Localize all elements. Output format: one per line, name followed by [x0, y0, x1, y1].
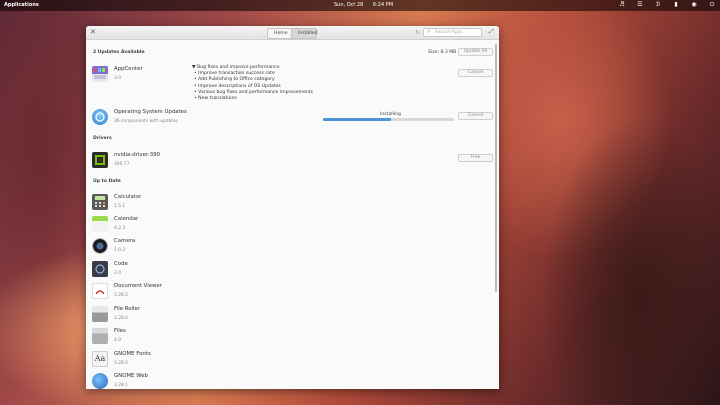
calendar-icon: [92, 216, 108, 232]
gnome-web-icon: [92, 373, 108, 389]
appcenter-version: 3.0: [114, 76, 121, 81]
search-icon: ⚲: [427, 30, 431, 35]
app-version: 1.0.2: [114, 248, 126, 253]
close-icon[interactable]: ✕: [90, 28, 96, 36]
app-version: 4.2.3: [114, 226, 126, 231]
app-name: Document Viewer: [114, 283, 162, 289]
scrollbar[interactable]: [495, 44, 497, 292]
refresh-spinner-icon: ↻: [415, 29, 421, 36]
progress-fill: [323, 118, 392, 121]
top-panel: Applications Sun, Oct 28 6:24 PM ♬ ☰ ℬ ▮…: [0, 0, 720, 11]
appcenter-name: AppCenter: [114, 66, 143, 72]
files-icon: [92, 328, 108, 344]
nvidia-driver-icon: [92, 152, 108, 168]
release-note-item: • New translations: [194, 96, 237, 102]
install-status: Installing: [380, 112, 401, 117]
power-icon[interactable]: ⏻: [708, 1, 716, 9]
drivers-header: Drivers: [93, 136, 112, 141]
update-all-button[interactable]: Update All: [458, 48, 493, 56]
app-version: 3.28.0: [114, 316, 128, 321]
driver-free-button[interactable]: Free: [458, 154, 493, 162]
app-name: Calculator: [114, 194, 142, 200]
os-updates-icon: [92, 109, 108, 125]
system-tray: ♬ ☰ ℬ ▮ ◉ ⏻: [618, 1, 716, 9]
app-name: GNOME Web: [114, 373, 148, 379]
uptodate-header: Up to Date: [93, 179, 121, 184]
applications-menu[interactable]: Applications: [4, 2, 39, 8]
appcenter-cancel-button[interactable]: Cancel: [458, 69, 493, 77]
panel-date: Sun, Oct 28: [334, 2, 364, 8]
calculator-icon: [92, 194, 108, 210]
app-name: Camera: [114, 238, 136, 244]
appcenter-window: ✕ Home Installed ↻ ⚲ Search Apps ⤢ 2 Upd…: [86, 26, 499, 389]
driver-version: 390.77: [114, 162, 130, 167]
app-name: File Roller: [114, 306, 141, 312]
app-version: 4.0: [114, 338, 121, 343]
file-roller-icon: [92, 306, 108, 322]
gnome-fonts-icon: Aa: [92, 351, 108, 367]
app-version: 3.28.1: [114, 383, 128, 388]
document-viewer-icon: [92, 283, 108, 299]
release-notes: ▼ Bug fixes and improve performance. • I…: [192, 65, 313, 102]
app-version: 3.0: [114, 271, 121, 276]
camera-icon: [92, 238, 108, 254]
notifications-icon[interactable]: ◉: [690, 1, 698, 9]
collapse-arrow-icon[interactable]: ▼: [192, 65, 196, 70]
app-version: 3.28.0: [114, 361, 128, 366]
app-name: Calendar: [114, 216, 139, 222]
app-name: Code: [114, 261, 128, 267]
app-name: Files: [114, 328, 126, 334]
view-switcher: Home Installed: [267, 28, 318, 39]
battery-icon[interactable]: ▮: [672, 1, 680, 9]
appcenter-icon: [92, 66, 108, 82]
code-icon: [92, 261, 108, 277]
os-updates-name: Operating System Updates: [114, 109, 187, 115]
updates-header: 2 Updates Available: [93, 50, 145, 55]
app-name: GNOME Fonts: [114, 351, 151, 357]
panel-time: 6:24 PM: [372, 2, 394, 8]
os-updates-subtitle: 36 components with updates: [114, 119, 178, 124]
update-size: Size: 8.3 MB: [428, 50, 457, 55]
tab-home[interactable]: Home: [267, 28, 292, 39]
app-version: 1.5.1: [114, 204, 126, 209]
panel-clock[interactable]: Sun, Oct 28 6:24 PM: [334, 2, 401, 8]
tab-installed[interactable]: Installed: [292, 28, 318, 39]
install-progress-bar: [323, 118, 454, 121]
os-updates-cancel-button[interactable]: Cancel: [458, 112, 493, 120]
search-input[interactable]: ⚲ Search Apps: [423, 28, 482, 37]
app-version: 3.28.2: [114, 293, 128, 298]
maximize-icon[interactable]: ⤢: [489, 28, 494, 36]
bluetooth-icon[interactable]: ℬ: [654, 1, 662, 9]
driver-name: nvidia-driver-390: [114, 152, 161, 158]
volume-icon[interactable]: ♬: [618, 1, 626, 9]
wifi-icon[interactable]: ☰: [636, 1, 644, 9]
search-placeholder: Search Apps: [434, 30, 463, 35]
header-bar: ✕ Home Installed ↻ ⚲ Search Apps ⤢: [86, 26, 499, 40]
